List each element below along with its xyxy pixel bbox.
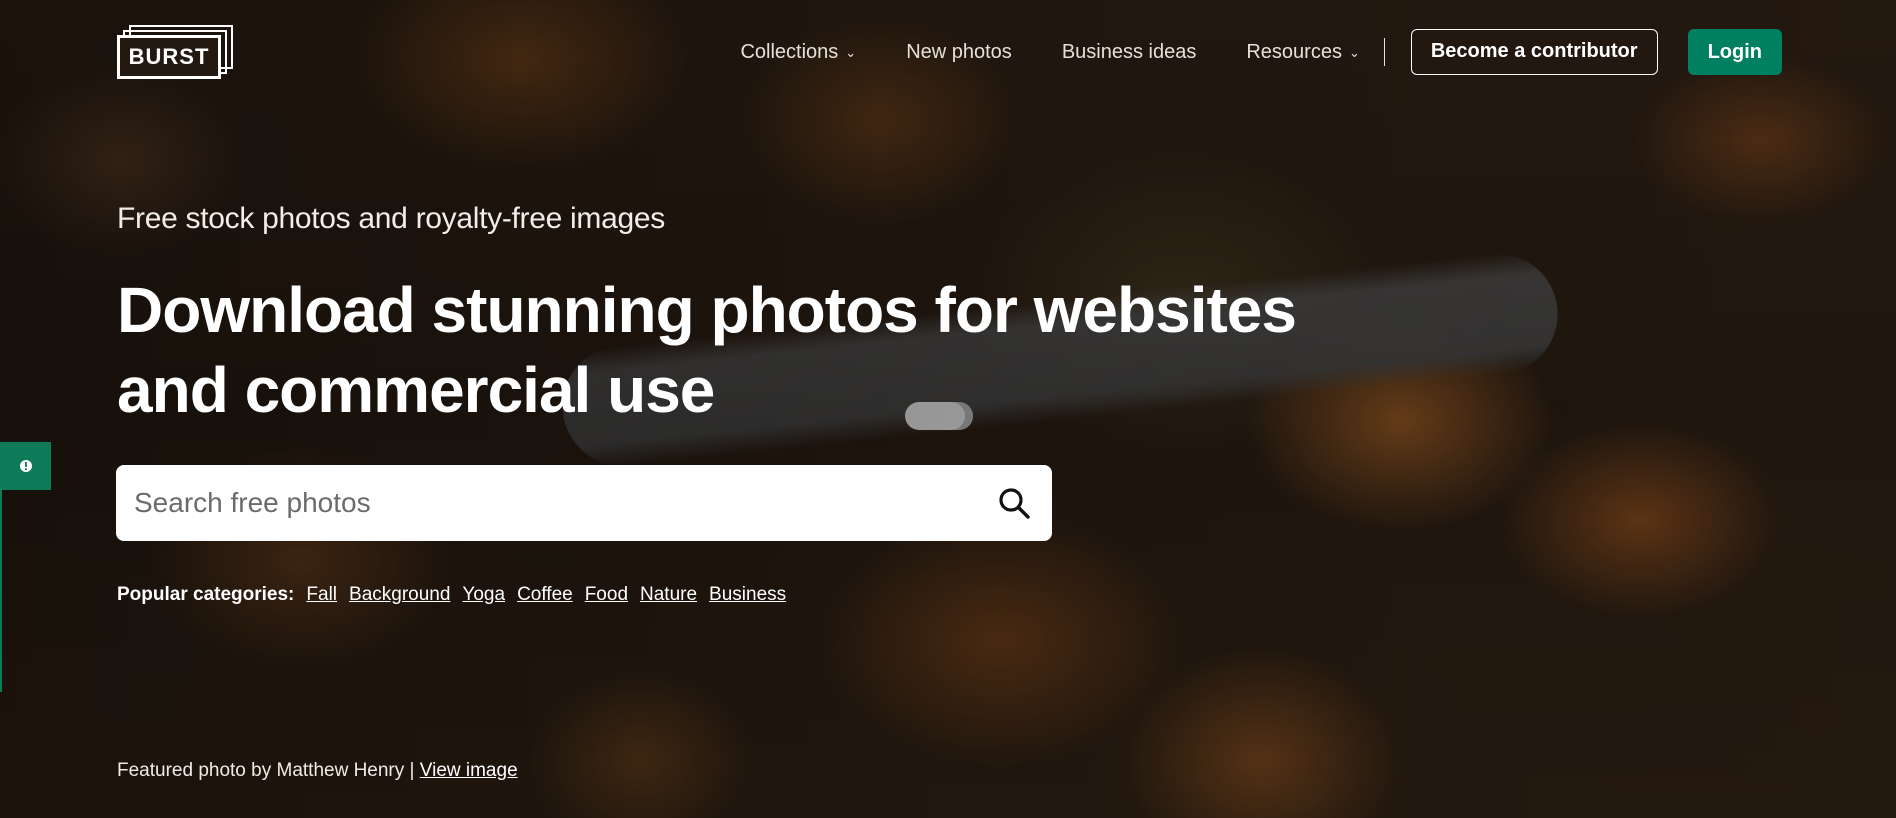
login-button[interactable]: Login <box>1687 29 1782 75</box>
search-input[interactable] <box>116 465 976 541</box>
become-contributor-button[interactable]: Become a contributor <box>1410 29 1658 75</box>
site-header: BURST Collections ⌄ New photos Business … <box>0 0 1896 104</box>
nav-resources[interactable]: Resources ⌄ <box>1246 41 1360 64</box>
category-link-nature[interactable]: Nature <box>640 584 697 606</box>
popular-categories-label: Popular categories: <box>117 584 295 605</box>
category-link-business[interactable]: Business <box>709 584 786 606</box>
popular-categories: Popular categories: Fall Background Yoga… <box>117 584 798 606</box>
category-link-coffee[interactable]: Coffee <box>517 584 573 606</box>
category-link-yoga[interactable]: Yoga <box>462 584 505 606</box>
hero-headline: Download stunning photos for websites an… <box>117 274 1297 426</box>
nav-business-ideas-label: Business ideas <box>1061 40 1197 63</box>
view-image-link[interactable]: View image <box>420 760 518 781</box>
nav-resources-label: Resources <box>1246 40 1342 63</box>
photo-credit-text: Featured photo by Matthew Henry | <box>117 760 415 781</box>
feedback-icon <box>19 460 32 472</box>
nav-divider <box>1383 38 1385 66</box>
nav-collections[interactable]: Collections ⌄ <box>740 41 856 64</box>
nav-business-ideas[interactable]: Business ideas <box>1062 41 1197 64</box>
photo-credit: Featured photo by Matthew Henry | View i… <box>117 760 518 782</box>
chevron-down-icon: ⌄ <box>845 45 857 60</box>
search-bar <box>116 465 1052 541</box>
chevron-down-icon: ⌄ <box>1348 45 1360 60</box>
nav-collections-label: Collections <box>740 40 839 63</box>
main-nav: Collections ⌄ New photos Business ideas … <box>740 29 1782 75</box>
burst-logo[interactable]: BURST <box>117 25 233 79</box>
nav-new-photos[interactable]: New photos <box>906 41 1012 64</box>
category-link-food[interactable]: Food <box>585 584 628 606</box>
category-link-fall[interactable]: Fall <box>306 584 337 606</box>
feedback-tab[interactable] <box>0 442 51 490</box>
category-link-background[interactable]: Background <box>349 584 450 606</box>
search-icon <box>999 488 1030 519</box>
nav-new-photos-label: New photos <box>906 40 1012 63</box>
hero-tagline: Free stock photos and royalty-free image… <box>117 202 665 235</box>
logo-text: BURST <box>117 35 221 79</box>
search-button[interactable] <box>976 465 1052 541</box>
feedback-edge-line <box>0 490 2 692</box>
